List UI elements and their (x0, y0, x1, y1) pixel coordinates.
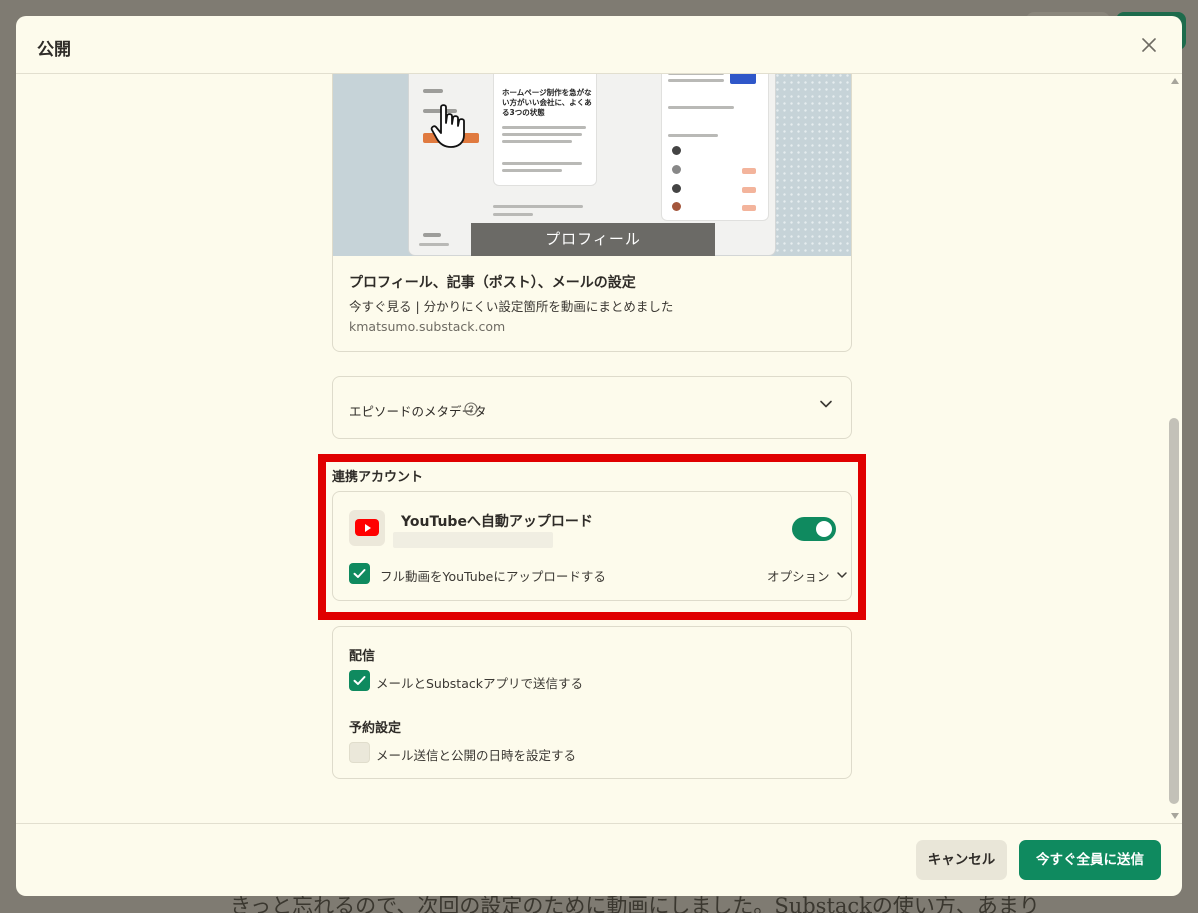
options-dropdown-button[interactable]: オプション (767, 566, 848, 584)
close-button[interactable] (1138, 34, 1160, 56)
thumbnail-feed: ホームページ制作を急がない方がいい会社に、よくある3つの状態 (493, 74, 597, 186)
youtube-upload-title: YouTubeへ自動アップロード (401, 514, 593, 530)
article-subtitle: 今すぐ見る | 分かりにくい設定箇所を動画にまとめました (349, 299, 674, 314)
schedule-checkbox-label[interactable]: メール送信と公開の日時を設定する (376, 745, 576, 764)
youtube-play-icon (365, 524, 371, 532)
article-title: プロフィール、記事（ポスト）、メールの設定 (349, 275, 636, 291)
modal-body: ホームページ制作を急がない方がいい会社に、よくある3つの状態 プロフィール プロ… (16, 74, 1182, 823)
scrollbar-thumb[interactable] (1169, 418, 1179, 804)
thumbnail-sidebar (415, 74, 479, 253)
delivery-card: 配信 メールとSubstackアプリで送信する 予約設定 メール送信と公開の日時… (332, 626, 852, 779)
modal-header: 公開 (16, 16, 1182, 74)
video-thumbnail: ホームページ制作を急がない方がいい会社に、よくある3つの状態 プロフィール (333, 74, 851, 256)
question-circle-icon[interactable] (464, 402, 478, 416)
options-label: オプション (767, 568, 830, 584)
scroll-down-arrow-icon[interactable] (1171, 813, 1179, 819)
linked-accounts-heading: 連携アカウント (332, 470, 424, 485)
full-video-checkbox[interactable] (349, 563, 370, 584)
cancel-button[interactable]: キャンセル (916, 840, 1007, 880)
youtube-upload-toggle[interactable] (792, 517, 836, 541)
close-icon (1142, 38, 1156, 52)
modal-footer: キャンセル 今すぐ全員に送信 (16, 823, 1182, 896)
modal-title: 公開 (37, 40, 71, 60)
check-icon (353, 676, 366, 685)
modal-scrollbar[interactable] (1167, 74, 1182, 823)
schedule-checkbox[interactable] (349, 742, 370, 763)
chevron-down-icon (836, 572, 847, 578)
scroll-up-arrow-icon[interactable] (1171, 78, 1179, 84)
youtube-account-name-redacted (393, 532, 553, 548)
delivery-heading: 配信 (349, 649, 376, 664)
article-domain: kmatsumo.substack.com (349, 319, 506, 334)
thumbnail-overlay-label: プロフィール (471, 223, 715, 256)
schedule-heading: 予約設定 (349, 721, 402, 736)
youtube-icon-container (349, 510, 385, 546)
thumbnail-bestsellers (661, 74, 769, 221)
publish-modal: 公開 ホームページ制作を急がない方がいい会社に、よくある3つの状態 プロフィール… (16, 16, 1182, 896)
thumbnail-feed-headline: ホームページ制作を急がない方がいい会社に、よくある3つの状態 (502, 88, 592, 117)
chevron-down-icon (820, 400, 832, 408)
full-video-checkbox-label[interactable]: フル動画をYouTubeにアップロードする (380, 566, 606, 585)
pointer-hand-icon (430, 104, 465, 148)
article-preview-card[interactable]: ホームページ制作を急がない方がいい会社に、よくある3つの状態 プロフィール プロ… (332, 74, 852, 352)
background-article-text: きっと忘れるので、次回の設定のために動画にしました。Substackの使い方、あ… (230, 894, 1040, 913)
youtube-upload-card: YouTubeへ自動アップロード フル動画をYouTubeにアップロードする オ… (332, 491, 852, 601)
youtube-icon (355, 519, 379, 536)
send-email-app-checkbox[interactable] (349, 670, 370, 691)
toggle-knob (816, 521, 832, 537)
episode-metadata-accordion[interactable]: エピソードのメタデータ (332, 376, 852, 439)
check-icon (353, 569, 366, 578)
send-now-to-everyone-button[interactable]: 今すぐ全員に送信 (1019, 840, 1161, 880)
send-email-app-label[interactable]: メールとSubstackアプリで送信する (376, 673, 583, 692)
